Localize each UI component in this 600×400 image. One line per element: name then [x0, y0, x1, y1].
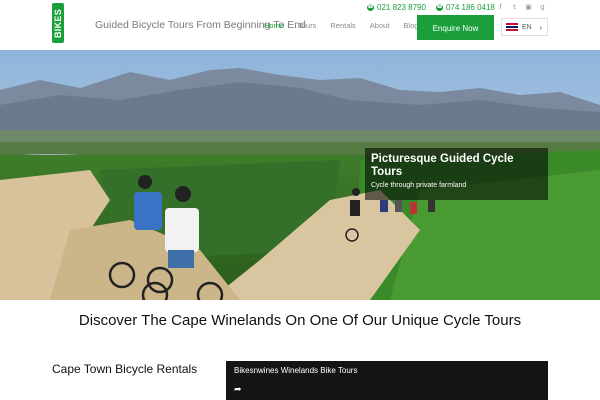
mobile-icon: ☎	[435, 4, 443, 11]
page-headline: Discover The Cape Winelands On One Of Ou…	[78, 312, 522, 329]
site-header: BIKES Guided Bicycle Tours From Beginnin…	[0, 0, 600, 50]
phone-1[interactable]: ☎ 021 823 8790	[367, 3, 426, 12]
language-selector[interactable]: EN ›	[501, 18, 548, 36]
video-embed[interactable]: Bikesnwines Winelands Bike Tours ➦	[226, 361, 548, 400]
social-links: f t ▣ g	[496, 3, 547, 12]
chevron-right-icon: ›	[539, 22, 542, 32]
share-icon[interactable]: ➦	[234, 385, 242, 395]
twitter-icon[interactable]: t	[510, 3, 519, 12]
nav-about[interactable]: About	[370, 21, 390, 30]
language-label: EN	[522, 23, 532, 31]
hero-caption-title: Picturesque Guided Cycle Tours	[371, 153, 514, 178]
hero-caption: Picturesque Guided Cycle Tours Cycle thr…	[365, 148, 548, 200]
logo-text: BIKES	[53, 8, 63, 38]
video-title[interactable]: Bikesnwines Winelands Bike Tours	[234, 366, 357, 375]
google-plus-icon[interactable]: g	[538, 3, 547, 12]
phone-icon: ☎	[367, 4, 374, 11]
uk-flag-icon	[506, 23, 518, 31]
phone-number-2: 074 186 0418	[445, 3, 495, 12]
phone-number-1: 021 823 8790	[377, 3, 426, 12]
rentals-heading: Cape Town Bicycle Rentals	[52, 362, 198, 376]
hero-caption-subtitle: Cycle through private farmland	[371, 182, 467, 189]
main-nav: Home Tours Rentals About Blog	[264, 21, 432, 30]
phone-2[interactable]: ☎ 074 186 0418	[435, 3, 495, 12]
nav-rentals[interactable]: Rentals	[330, 21, 355, 30]
contact-phones: ☎ 021 823 8790 ☎ 074 186 0418	[367, 3, 495, 12]
facebook-icon[interactable]: f	[496, 3, 505, 12]
enquire-now-button[interactable]: Enquire Now	[417, 15, 494, 40]
nav-home[interactable]: Home	[264, 21, 284, 30]
hero-slider[interactable]: Picturesque Guided Cycle Tours Cycle thr…	[0, 50, 600, 300]
nav-tours[interactable]: Tours	[298, 21, 316, 30]
instagram-icon[interactable]: ▣	[524, 3, 533, 12]
